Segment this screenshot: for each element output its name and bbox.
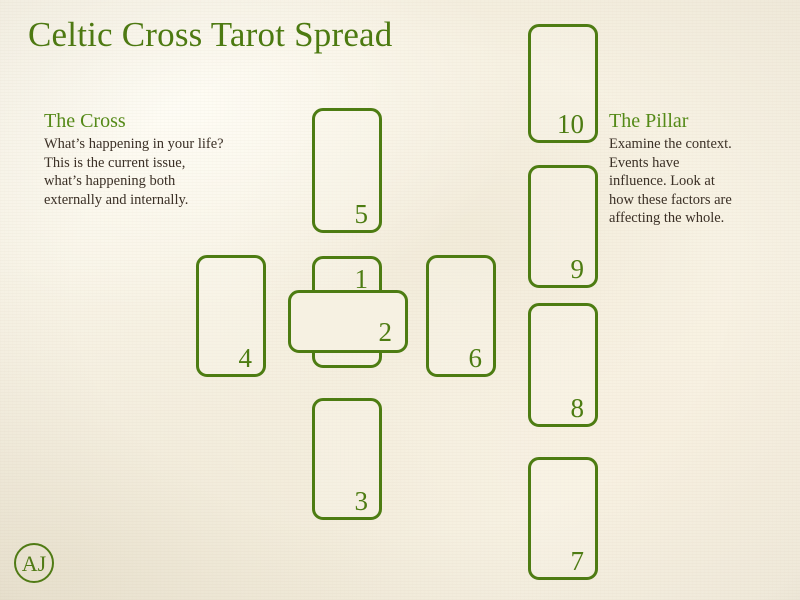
tarot-card-7-number: 7 [570, 546, 585, 576]
tarot-card-5-number: 5 [354, 199, 369, 229]
tarot-card-2[interactable]: 2 [288, 290, 408, 353]
tarot-card-2-number: 2 [378, 317, 393, 347]
tarot-card-4-number: 4 [238, 343, 253, 373]
tarot-card-4[interactable]: 4 [196, 255, 266, 377]
panel-the-pillar-title: The Pillar [609, 110, 689, 132]
spread-canvas: Celtic Cross Tarot Spread The Cross What… [0, 0, 800, 600]
tarot-card-6-number: 6 [468, 343, 483, 373]
tarot-card-5[interactable]: 5 [312, 108, 382, 233]
panel-the-pillar: The Pillar Examine the context. Events h… [609, 110, 789, 228]
tarot-card-9[interactable]: 9 [528, 165, 598, 288]
panel-the-cross-title: The Cross [44, 110, 126, 132]
panel-the-cross-body: What’s happening in your life? This is t… [44, 136, 224, 208]
tarot-card-1-number: 1 [354, 264, 369, 294]
tarot-card-3[interactable]: 3 [312, 398, 382, 520]
tarot-card-10[interactable]: 10 [528, 24, 598, 143]
tarot-card-8[interactable]: 8 [528, 303, 598, 427]
tarot-card-7[interactable]: 7 [528, 457, 598, 580]
tarot-card-9-number: 9 [570, 254, 585, 284]
tarot-card-6[interactable]: 6 [426, 255, 496, 377]
tarot-card-3-number: 3 [354, 486, 369, 516]
page-title: Celtic Cross Tarot Spread [28, 15, 393, 54]
tarot-card-10-number: 10 [557, 109, 584, 139]
logo-monogram-text: AJ [22, 551, 47, 576]
panel-the-pillar-body: Examine the context. Events have influen… [609, 136, 732, 227]
aj-monogram-logo: AJ [14, 543, 54, 583]
tarot-card-8-number: 8 [570, 393, 585, 423]
panel-the-cross: The Cross What’s happening in your life?… [44, 110, 314, 209]
